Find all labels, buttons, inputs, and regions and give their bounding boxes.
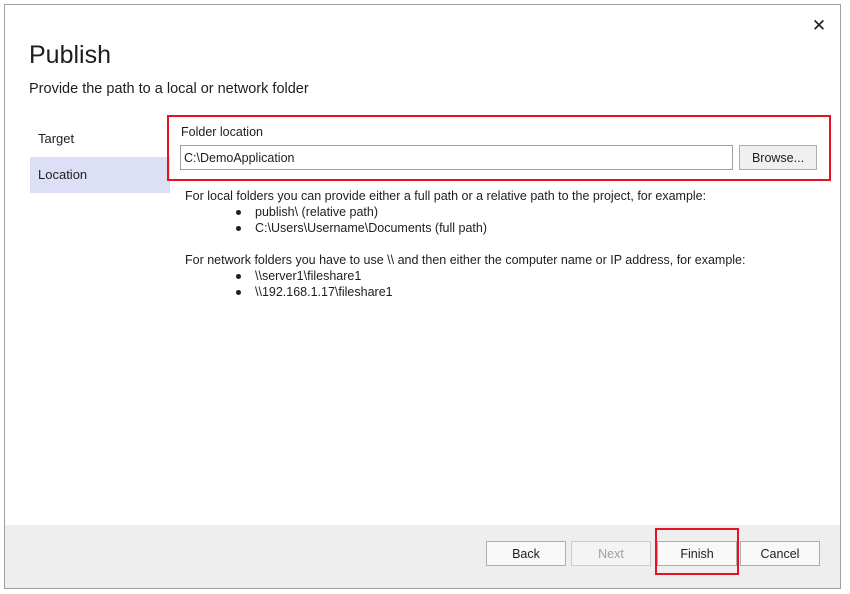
cancel-button[interactable]: Cancel bbox=[740, 541, 820, 566]
page-title: Publish bbox=[29, 41, 111, 69]
dialog-footer: Back Next Finish Cancel bbox=[5, 525, 840, 588]
folder-location-label: Folder location bbox=[181, 125, 263, 139]
page-subtitle: Provide the path to a local or network f… bbox=[29, 81, 309, 97]
local-folders-intro: For local folders you can provide either… bbox=[185, 189, 707, 203]
nav-item-location[interactable]: Location bbox=[30, 157, 170, 193]
browse-button[interactable]: Browse... bbox=[739, 145, 817, 170]
wizard-nav: Target Location bbox=[30, 121, 170, 193]
next-button[interactable]: Next bbox=[571, 541, 651, 566]
nav-item-target[interactable]: Target bbox=[30, 121, 170, 157]
list-item: C:\Users\Username\Documents (full path) bbox=[236, 220, 805, 236]
publish-dialog: ✕ Publish Provide the path to a local or… bbox=[4, 4, 841, 589]
list-item: publish\ (relative path) bbox=[236, 204, 805, 220]
network-examples-list: \\server1\fileshare1 \\192.168.1.17\file… bbox=[185, 268, 805, 300]
folder-location-highlight: Folder location Browse... bbox=[167, 115, 831, 181]
close-icon[interactable]: ✕ bbox=[808, 15, 830, 37]
back-button[interactable]: Back bbox=[486, 541, 566, 566]
finish-button[interactable]: Finish bbox=[657, 541, 737, 566]
local-examples-list: publish\ (relative path) C:\Users\Userna… bbox=[185, 204, 805, 236]
help-text: For local folders you can provide either… bbox=[185, 188, 805, 300]
folder-location-input[interactable] bbox=[180, 145, 733, 170]
list-item: \\server1\fileshare1 bbox=[236, 268, 805, 284]
network-folders-intro: For network folders you have to use \\ a… bbox=[185, 253, 746, 267]
list-item: \\192.168.1.17\fileshare1 bbox=[236, 284, 805, 300]
